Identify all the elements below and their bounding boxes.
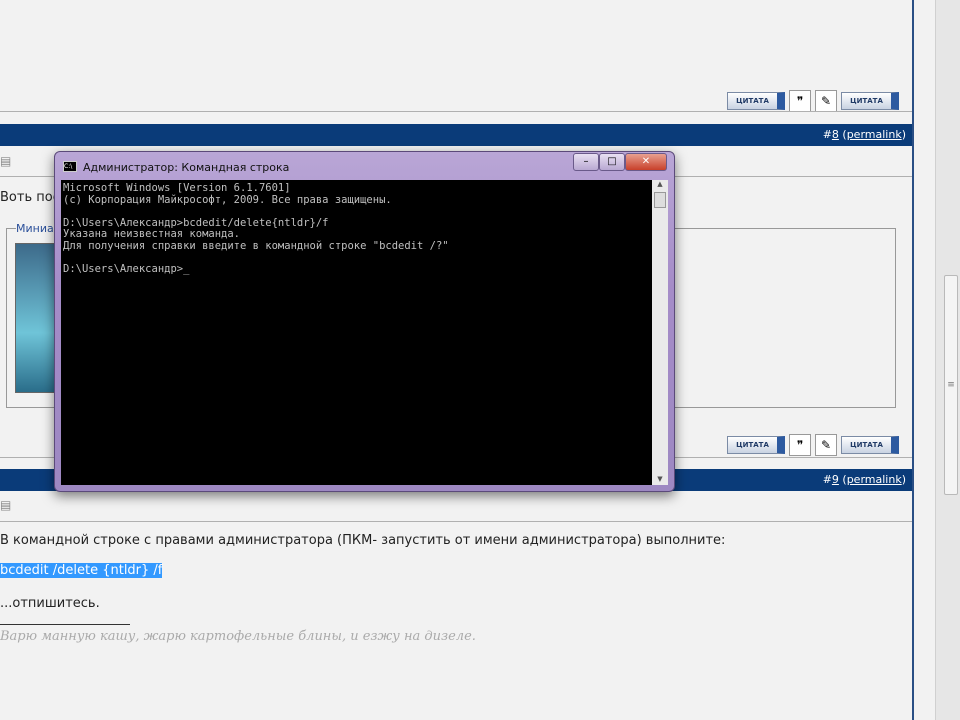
minimize-button[interactable]: – xyxy=(573,153,599,171)
multiquote-icon[interactable]: ❞ xyxy=(789,90,811,112)
post-icon: ▤ xyxy=(0,154,12,168)
edit-icon[interactable]: ✎ xyxy=(815,90,837,112)
post-text: В командной строке с правами администрат… xyxy=(0,533,726,548)
post-actions-7: ЦИТАТА ❞ ✎ ЦИТАТА xyxy=(727,90,899,112)
quote-button[interactable]: ЦИТАТА xyxy=(841,436,899,454)
scroll-down-icon[interactable]: ▼ xyxy=(652,475,668,483)
permalink[interactable]: permalink xyxy=(847,128,902,141)
signature-divider xyxy=(0,624,130,625)
quote-button[interactable]: ЦИТАТА xyxy=(841,92,899,110)
thumbnail-image[interactable] xyxy=(15,243,55,393)
edit-icon[interactable]: ✎ xyxy=(815,434,837,456)
console-output[interactable]: Microsoft Windows [Version 6.1.7601] (c) … xyxy=(61,180,652,485)
scroll-up-icon[interactable]: ▲ xyxy=(652,180,668,188)
cmd-window[interactable]: C:\ Администратор: Командная строка – □ … xyxy=(54,151,675,492)
post-number-link[interactable]: 8 xyxy=(832,128,839,141)
console-scroll-thumb[interactable] xyxy=(654,192,666,208)
post-text: Воть пос xyxy=(0,190,60,205)
close-button[interactable]: ✕ xyxy=(625,153,667,171)
post-text: ...отпишитесь. xyxy=(0,596,100,611)
permalink[interactable]: permalink xyxy=(847,473,902,486)
multiquote-icon[interactable]: ❞ xyxy=(789,434,811,456)
post-header-8: #8 (permalink) xyxy=(0,124,912,146)
quote-button[interactable]: ЦИТАТА xyxy=(727,92,785,110)
window-title: Администратор: Командная строка xyxy=(83,161,290,174)
post-actions-8: ЦИТАТА ❞ ✎ ЦИТАТА xyxy=(727,434,899,456)
quote-button[interactable]: ЦИТАТА xyxy=(727,436,785,454)
post-icon: ▤ xyxy=(0,498,12,512)
signature: Варю манную кашу, жарю картофельные блин… xyxy=(0,629,476,644)
selected-command: bcdedit /delete {ntldr} /f xyxy=(0,563,163,578)
maximize-button[interactable]: □ xyxy=(599,153,625,171)
cmd-icon: C:\ xyxy=(63,161,77,172)
console-scrollbar[interactable]: ▲ ▼ xyxy=(652,180,668,485)
post-number-link[interactable]: 9 xyxy=(832,473,839,486)
scrollbar-thumb[interactable]: ≡ xyxy=(944,275,958,495)
page-border xyxy=(912,0,914,720)
